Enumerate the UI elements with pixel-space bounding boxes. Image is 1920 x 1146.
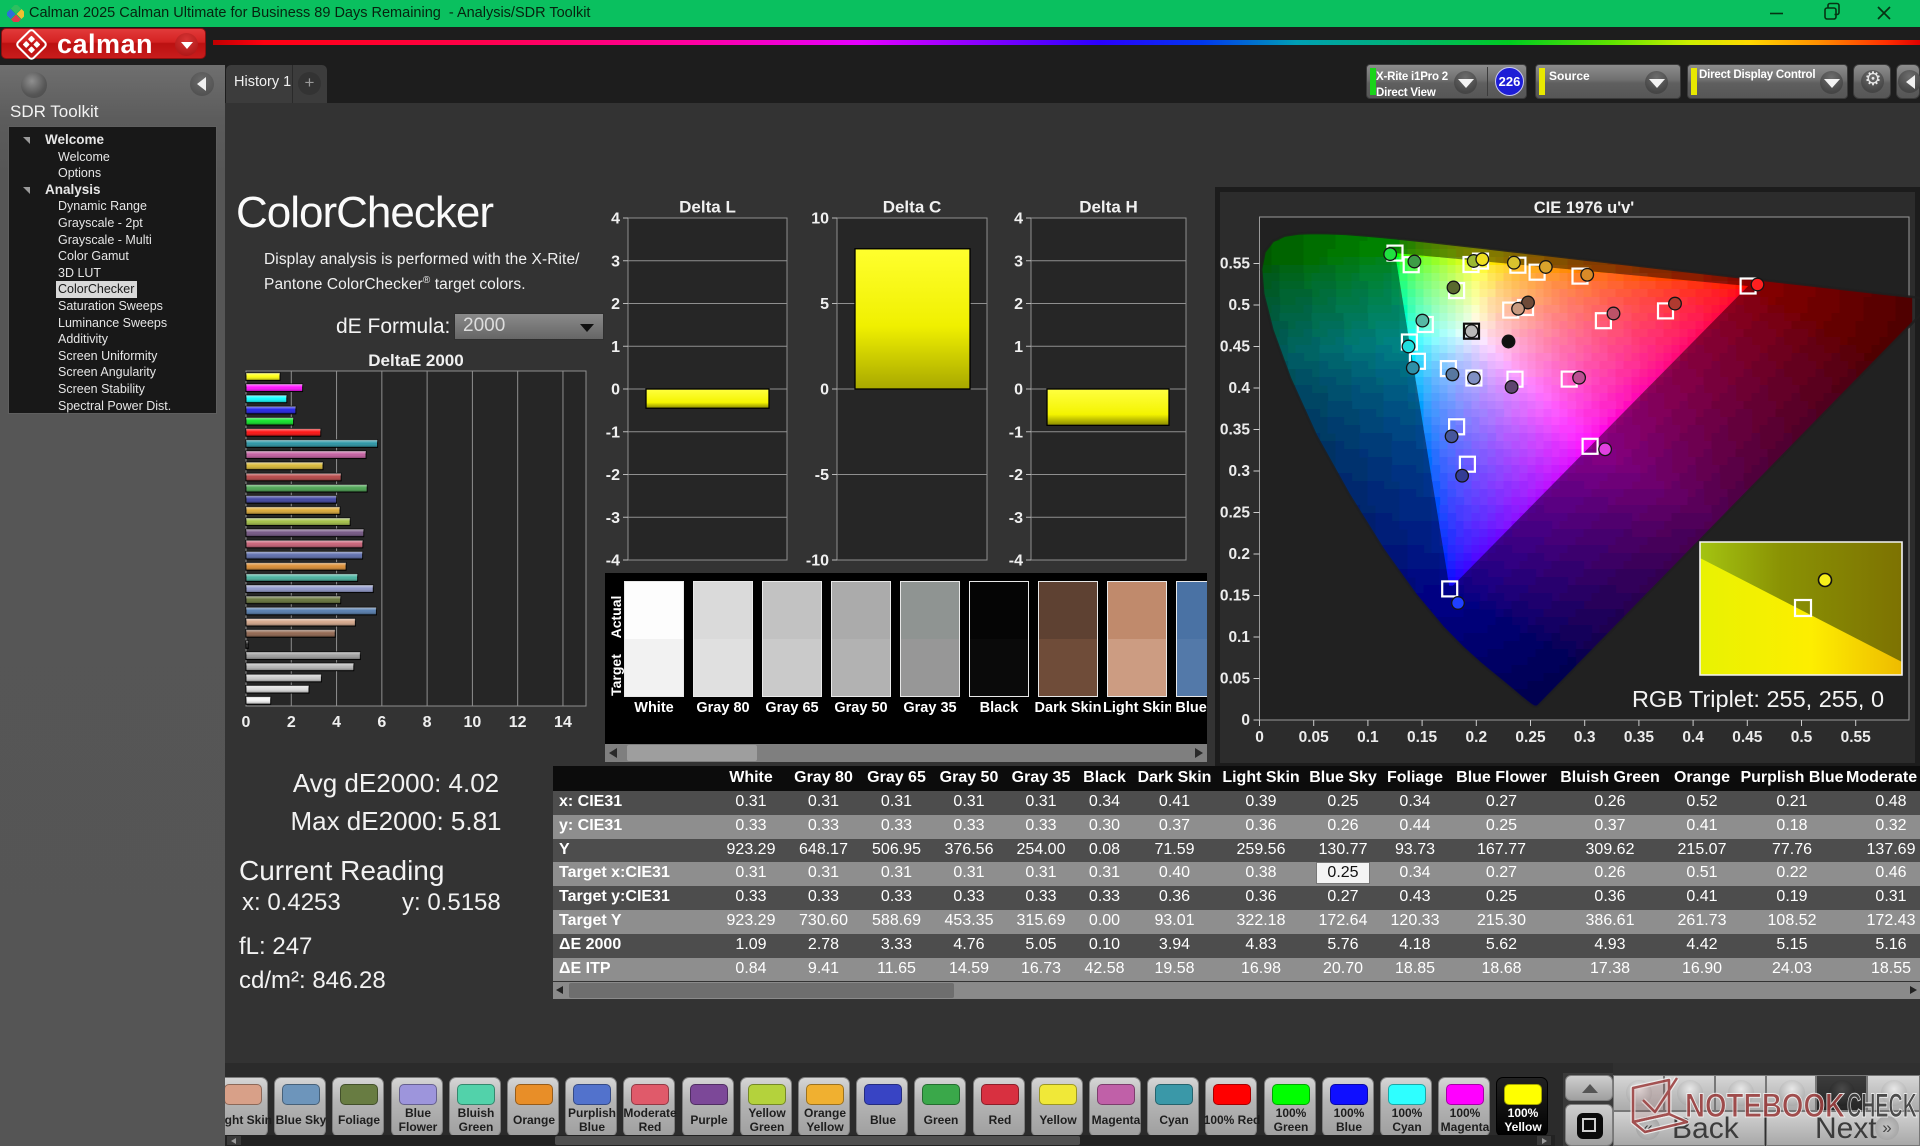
svg-text:0.55: 0.55: [1841, 729, 1872, 746]
svg-text:Delta C: Delta C: [883, 198, 942, 217]
svg-text:-3: -3: [606, 510, 620, 527]
svg-text:-1: -1: [606, 424, 620, 441]
svg-text:10: 10: [464, 714, 482, 731]
svg-text:0.45: 0.45: [1220, 339, 1251, 356]
svg-text:-10: -10: [806, 553, 829, 570]
svg-text:4: 4: [611, 211, 620, 228]
svg-text:0.1: 0.1: [1357, 729, 1379, 746]
svg-text:0.15: 0.15: [1407, 729, 1438, 746]
svg-text:0.25: 0.25: [1515, 729, 1546, 746]
svg-text:NOTEBOOK: NOTEBOOK: [1685, 1087, 1845, 1125]
svg-text:-4: -4: [1009, 553, 1023, 570]
svg-text:Delta H: Delta H: [1079, 198, 1138, 217]
svg-text:6: 6: [377, 714, 386, 731]
svg-text:-1: -1: [1009, 424, 1023, 441]
svg-text:12: 12: [509, 714, 527, 731]
svg-text:1: 1: [611, 339, 620, 356]
svg-text:-2: -2: [1009, 467, 1023, 484]
svg-text:0.2: 0.2: [1466, 729, 1488, 746]
svg-text:0.05: 0.05: [1220, 671, 1251, 688]
svg-text:10: 10: [811, 211, 829, 228]
svg-text:0.25: 0.25: [1220, 505, 1251, 522]
svg-text:-3: -3: [1009, 510, 1023, 527]
svg-text:0.2: 0.2: [1228, 546, 1250, 563]
svg-text:8: 8: [423, 714, 432, 731]
svg-text:0: 0: [242, 714, 251, 731]
svg-text:0: 0: [1255, 729, 1264, 746]
svg-text:0.4: 0.4: [1228, 380, 1250, 397]
svg-text:14: 14: [554, 714, 572, 731]
svg-text:0.35: 0.35: [1220, 422, 1251, 439]
svg-text:2: 2: [287, 714, 296, 731]
svg-text:2: 2: [1014, 296, 1023, 313]
svg-text:3: 3: [1014, 253, 1023, 270]
svg-text:-2: -2: [606, 467, 620, 484]
svg-text:0: 0: [1241, 712, 1250, 729]
svg-text:-5: -5: [815, 467, 829, 484]
svg-text:0.4: 0.4: [1682, 729, 1704, 746]
svg-text:0.3: 0.3: [1574, 729, 1596, 746]
svg-text:1: 1: [1014, 339, 1023, 356]
svg-text:RGB Triplet: 255, 255, 0: RGB Triplet: 255, 255, 0: [1632, 686, 1884, 712]
svg-text:2: 2: [611, 296, 620, 313]
svg-text:CHECK: CHECK: [1847, 1087, 1917, 1125]
svg-text:0.55: 0.55: [1220, 256, 1251, 273]
svg-text:0.1: 0.1: [1228, 629, 1250, 646]
svg-text:3: 3: [611, 253, 620, 270]
svg-text:4: 4: [332, 714, 341, 731]
svg-text:0.05: 0.05: [1299, 729, 1330, 746]
svg-text:0.45: 0.45: [1732, 729, 1763, 746]
svg-text:0: 0: [820, 382, 829, 399]
svg-text:0: 0: [611, 382, 620, 399]
svg-text:5: 5: [820, 296, 829, 313]
svg-text:4: 4: [1014, 211, 1023, 228]
svg-text:0: 0: [1014, 382, 1023, 399]
svg-text:0.5: 0.5: [1228, 297, 1250, 314]
svg-text:-4: -4: [606, 553, 620, 570]
svg-text:0.35: 0.35: [1624, 729, 1655, 746]
svg-text:CIE 1976 u'v': CIE 1976 u'v': [1534, 199, 1635, 217]
svg-text:0.5: 0.5: [1791, 729, 1813, 746]
svg-text:0.3: 0.3: [1228, 463, 1250, 480]
svg-text:0.15: 0.15: [1220, 588, 1251, 605]
svg-text:Delta L: Delta L: [679, 198, 736, 217]
svg-text:DeltaE 2000: DeltaE 2000: [368, 351, 463, 370]
